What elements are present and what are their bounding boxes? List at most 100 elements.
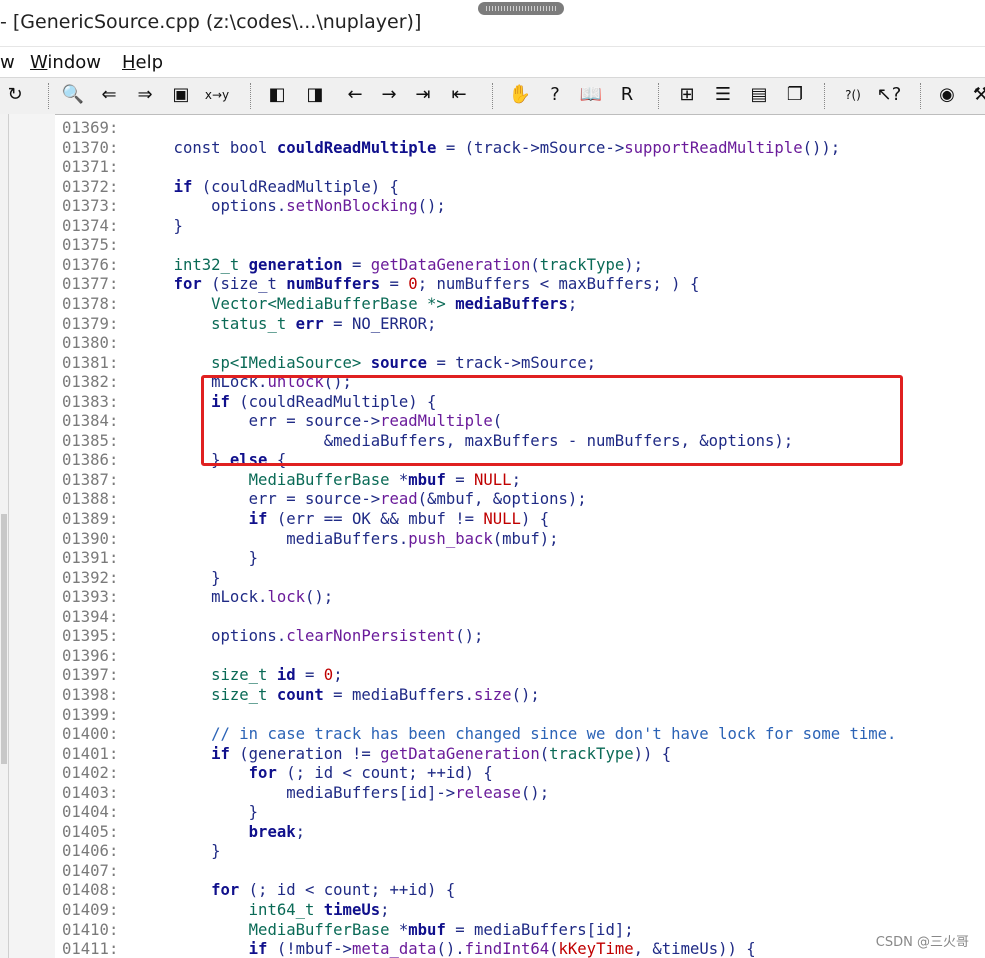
menu-help[interactable]: Help <box>122 52 163 73</box>
line-source: sp<IMediaSource> source = track->mSource… <box>211 353 597 372</box>
line-number: 01387: <box>62 470 119 489</box>
toolbar-separator <box>824 83 826 109</box>
line-source: if (!mbuf->meta_data().findInt64(kKeyTim… <box>248 940 756 958</box>
find-icon[interactable]: 🔍 <box>58 83 88 107</box>
line-number: 01403: <box>62 783 119 802</box>
back-icon[interactable]: ← <box>340 83 370 107</box>
line-number: 01405: <box>62 822 119 841</box>
line-number: 01406: <box>62 842 119 861</box>
bookmark-prev-icon[interactable]: ◧ <box>262 83 292 107</box>
line-number: 01383: <box>62 392 119 411</box>
menu-view[interactable]: w <box>0 52 15 73</box>
line-source: for (; id < count; ++id) { <box>248 764 493 783</box>
line-number: 01397: <box>62 666 119 685</box>
book-icon[interactable]: 📖 <box>576 83 606 107</box>
symbol-icon[interactable]: ✋ <box>505 83 535 107</box>
toolbar-separator <box>250 83 252 109</box>
line-source: // in case track has been changed since … <box>211 725 897 744</box>
line-number: 01399: <box>62 705 119 724</box>
line-source: } <box>136 803 259 822</box>
bookmark-next-icon[interactable]: ◨ <box>300 83 330 107</box>
line-number: 01380: <box>62 334 119 353</box>
layout-3-icon[interactable]: ▤ <box>744 83 774 107</box>
line-number: 01407: <box>62 861 119 880</box>
line-source: } <box>136 549 259 568</box>
find-prev-icon[interactable]: ⇐ <box>94 83 124 107</box>
find-next-icon[interactable]: ⇒ <box>130 83 160 107</box>
line-source: if (err == OK && mbuf != NULL) { <box>248 510 550 528</box>
line-source: MediaBufferBase *mbuf = mediaBuffers[id]… <box>248 920 634 939</box>
line-number: 01376: <box>62 255 119 274</box>
line-number: 01379: <box>62 314 119 333</box>
line-source: status_t err = NO_ERROR; <box>211 314 437 333</box>
line-number: 01395: <box>62 627 119 646</box>
line-source: int32_t generation = getDataGeneration(t… <box>173 255 644 274</box>
line-number: 01378: <box>62 294 119 313</box>
replace-icon[interactable]: x→y <box>202 83 232 107</box>
menu-bar: w Window Help <box>0 46 985 77</box>
jump-icon[interactable]: ⇥ <box>408 83 438 107</box>
line-source: const bool couldReadMultiple = (track->m… <box>136 138 841 157</box>
line-number: 01396: <box>62 646 119 665</box>
line-number: 01372: <box>62 177 119 196</box>
line-number: 01393: <box>62 588 119 607</box>
forward-icon[interactable]: → <box>374 83 404 107</box>
line-source: Vector<MediaBufferBase *> mediaBuffers; <box>211 294 578 313</box>
line-source: mediaBuffers[id]->release(); <box>136 783 550 802</box>
line-number: 01377: <box>62 275 119 294</box>
window-title: - [GenericSource.cpp (z:\codes\...\nupla… <box>0 11 422 33</box>
toolbar-separator <box>492 83 494 109</box>
layout-4-icon[interactable]: ❐ <box>780 83 810 107</box>
line-number: 01392: <box>62 568 119 587</box>
extra-icon[interactable]: ⚒ <box>966 83 985 107</box>
line-number: 01386: <box>62 451 119 470</box>
toolbar-separator <box>658 83 660 109</box>
line-source: if (generation != getDataGeneration(trac… <box>211 744 672 763</box>
line-source: break; <box>248 822 306 841</box>
line-source: options.clearNonPersistent(); <box>136 627 484 646</box>
line-number: 01381: <box>62 353 119 372</box>
layout-1-icon[interactable]: ⊞ <box>672 83 702 107</box>
toggle-icon[interactable]: ◉ <box>932 83 962 107</box>
line-number: 01390: <box>62 529 119 548</box>
line-source: for (; id < count; ++id) { <box>211 881 456 900</box>
line-source: mediaBuffers.push_back(mbuf); <box>136 529 559 548</box>
help-call-icon[interactable]: ?() <box>838 83 868 107</box>
line-source: err = source->read(&mbuf, &options); <box>136 490 587 509</box>
line-source: size_t id = 0; <box>211 666 343 685</box>
lookup-icon[interactable]: ? <box>540 83 570 107</box>
jump-back-icon[interactable]: ⇤ <box>444 83 474 107</box>
line-number: 01404: <box>62 803 119 822</box>
window-drag-handle[interactable] <box>478 2 564 15</box>
line-number: 01382: <box>62 373 119 392</box>
menu-window[interactable]: Window <box>30 52 101 73</box>
line-number: 01389: <box>62 510 119 528</box>
line-source: MediaBufferBase *mbuf = NULL; <box>248 470 521 489</box>
relation-icon[interactable]: R <box>612 83 642 107</box>
line-source: } <box>136 568 221 587</box>
line-number: 01371: <box>62 158 119 177</box>
line-source: if (couldReadMultiple) { <box>173 177 399 196</box>
line-number: 01384: <box>62 412 119 431</box>
line-number: 01411: <box>62 940 119 958</box>
line-number: 01391: <box>62 549 119 568</box>
code-editor[interactable]: 01369: 01370: const bool couldReadMultipl… <box>0 111 985 958</box>
line-number: 01408: <box>62 881 119 900</box>
line-source: } <box>136 842 221 861</box>
context-help-icon[interactable]: ↖? <box>874 83 904 107</box>
toolbar-separator <box>48 83 50 109</box>
line-number: 01388: <box>62 490 119 509</box>
watermark: CSDN @三火哥 <box>875 935 969 950</box>
highlight-annotation-box <box>201 375 903 466</box>
line-number: 01410: <box>62 920 119 939</box>
line-source: for (size_t numBuffers = 0; numBuffers <… <box>173 275 700 294</box>
line-source: options.setNonBlocking(); <box>136 197 446 216</box>
title-bar: - [GenericSource.cpp (z:\codes\...\nupla… <box>0 0 985 46</box>
line-number: 01394: <box>62 607 119 626</box>
line-number: 01402: <box>62 764 119 783</box>
redo-icon[interactable]: ↻ <box>0 83 30 107</box>
layout-2-icon[interactable]: ☰ <box>708 83 738 107</box>
find-files-icon[interactable]: ▣ <box>166 83 196 107</box>
line-source: int64_t timeUs; <box>248 901 390 919</box>
line-source: size_t count = mediaBuffers.size(); <box>211 685 540 704</box>
